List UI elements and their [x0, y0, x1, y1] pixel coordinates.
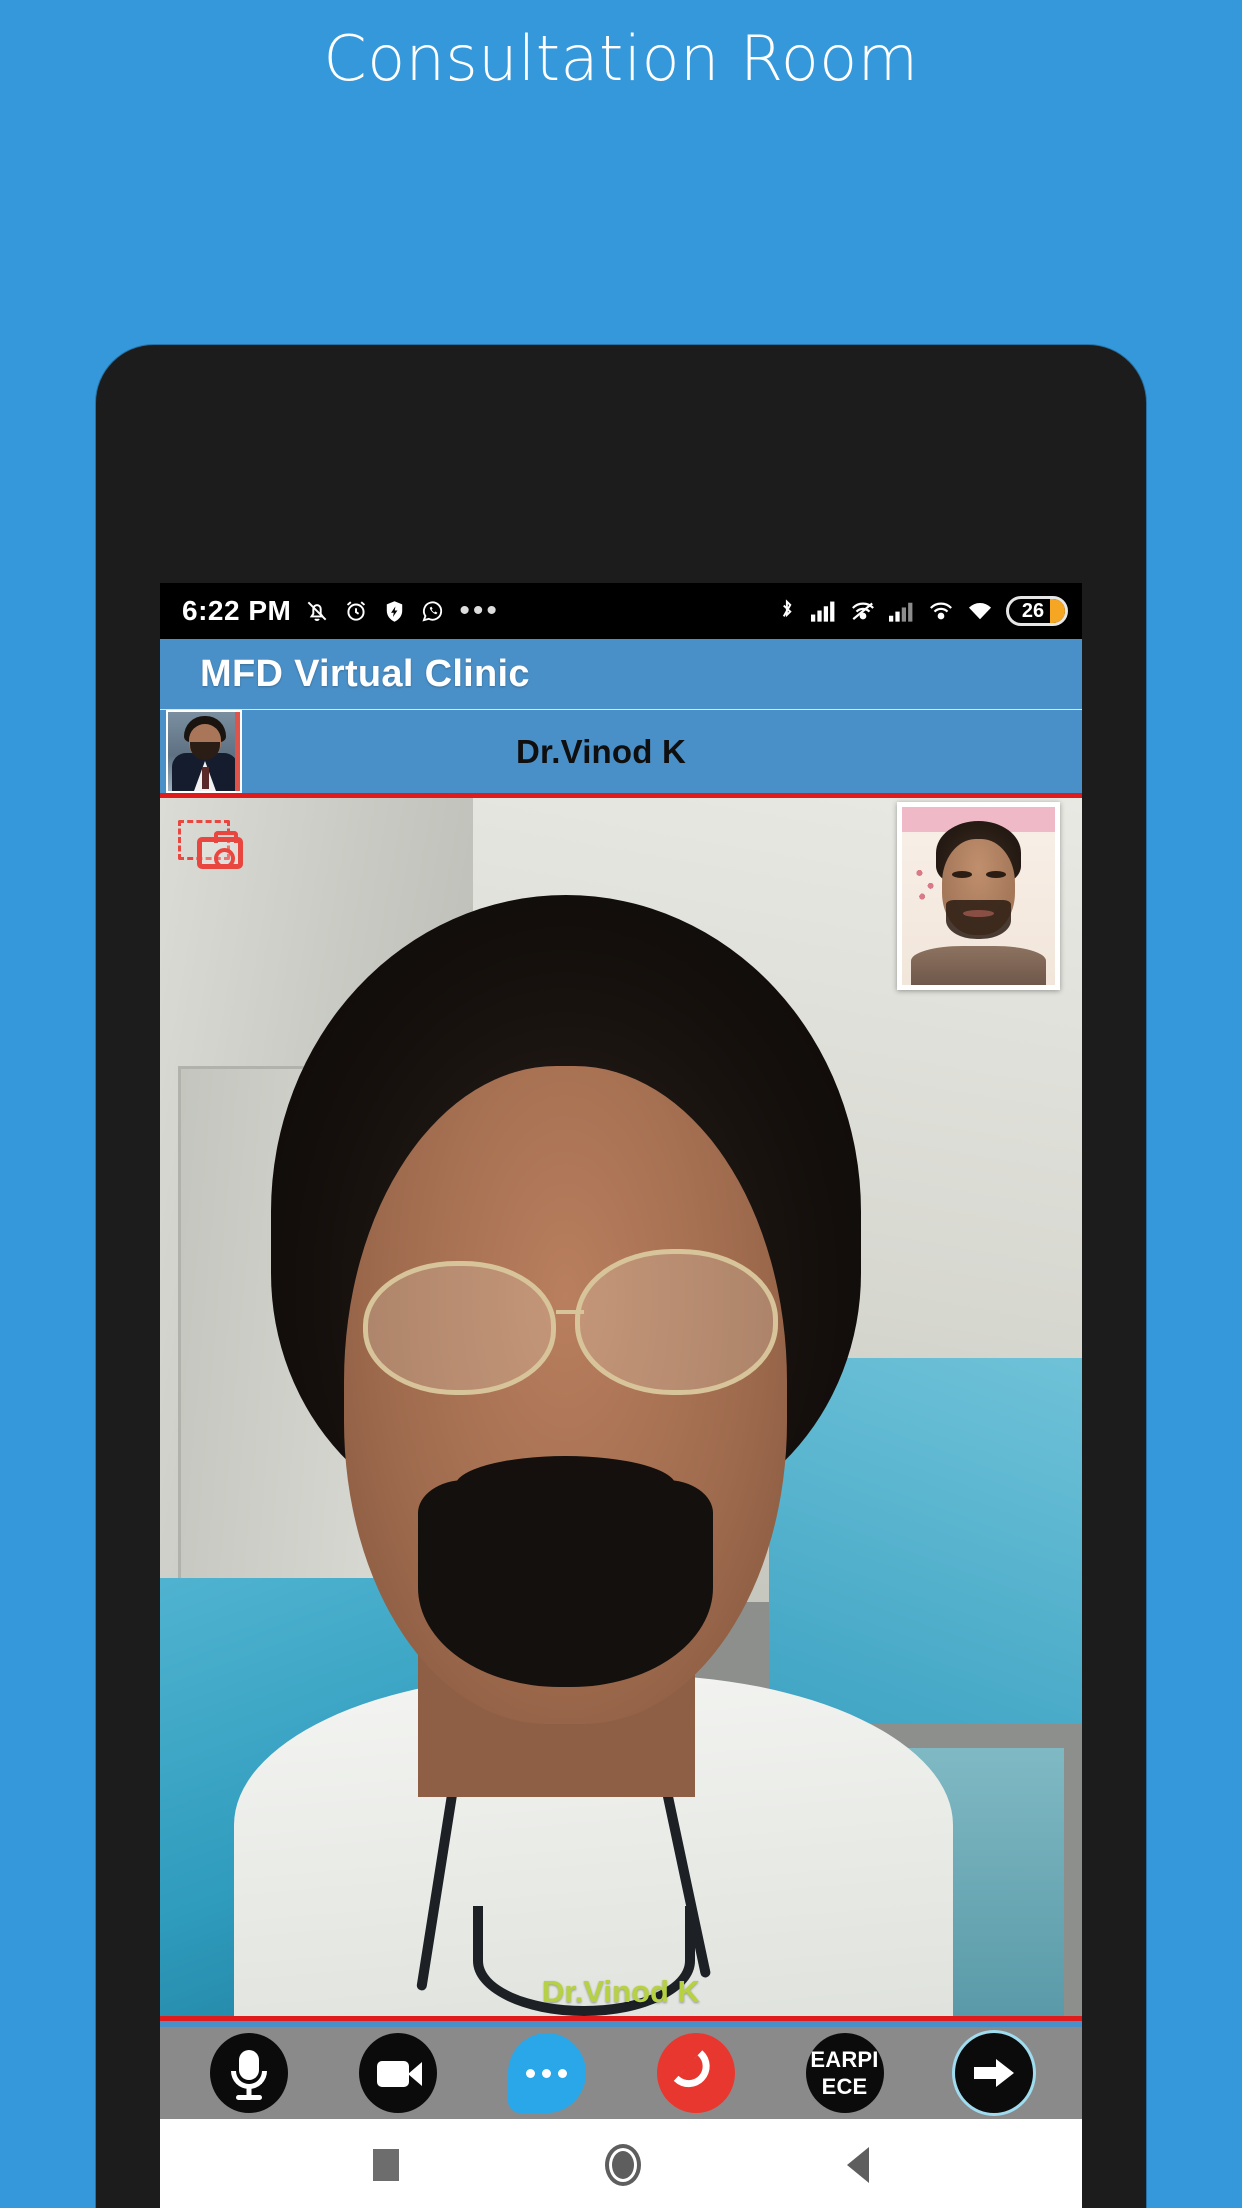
app-bar: MFD Virtual Clinic: [160, 639, 1082, 710]
recents-icon[interactable]: [373, 2149, 399, 2181]
bluetooth-icon: [776, 598, 798, 624]
camera-button[interactable]: [358, 2033, 437, 2113]
wifi-calling-icon: [850, 600, 876, 622]
self-video: [902, 807, 1055, 985]
app-title: MFD Virtual Clinic: [200, 652, 530, 695]
end-call-icon: [673, 2050, 718, 2096]
peer-name: Dr.Vinod K: [515, 732, 687, 770]
notifications-off-icon: [304, 598, 330, 624]
call-controls-wrap: EARPIECE: [160, 2021, 1082, 2119]
peer-name-overlay: Dr.Vinod K: [542, 1974, 700, 2009]
avatar[interactable]: [166, 710, 242, 793]
audio-route-label: EARPIECE: [810, 2047, 879, 2099]
android-nav-bar: [160, 2119, 1082, 2208]
video-stage[interactable]: Dr.Vinod K: [160, 793, 1082, 2021]
avatar-image: [168, 712, 240, 791]
arrow-right-icon: [973, 2059, 1014, 2087]
doctor-bar: Dr.Vinod K: [160, 710, 1082, 793]
status-bar-clock: 6:22 PM: [182, 595, 292, 626]
chat-button[interactable]: [507, 2033, 586, 2113]
wifi-2-icon: [928, 600, 954, 622]
wifi-icon: [967, 600, 993, 622]
audio-route-button[interactable]: EARPIECE: [805, 2033, 884, 2113]
alarm-icon: [343, 598, 369, 624]
phone-screen: 6:22 PM ••• 26 MFD Virtual Clinic Dr.Vin…: [160, 583, 1082, 2208]
camera-glyph-icon: [197, 831, 243, 869]
self-view-pip[interactable]: [897, 802, 1060, 990]
next-button[interactable]: [954, 2033, 1033, 2113]
android-status-bar: 6:22 PM ••• 26: [160, 583, 1082, 639]
phone-frame: 6:22 PM ••• 26 MFD Virtual Clinic Dr.Vin…: [96, 345, 1146, 2208]
signal-bars-2-icon: [889, 600, 915, 622]
chat-bubble-icon: [526, 2068, 567, 2078]
back-icon[interactable]: [847, 2147, 869, 2183]
more-icon: •••: [459, 594, 500, 627]
signal-bars-icon: [811, 600, 837, 622]
status-bar-left-group: 6:22 PM •••: [182, 595, 500, 627]
battery-indicator: 26: [1006, 596, 1068, 626]
page-title: Consultation Room: [323, 22, 919, 95]
avatar-edge: [235, 712, 240, 791]
battery-fill: [1050, 599, 1065, 623]
end-call-button[interactable]: [656, 2033, 735, 2113]
mic-button[interactable]: [209, 2033, 288, 2113]
home-icon[interactable]: [605, 2144, 641, 2186]
call-controls: EARPIECE: [160, 2027, 1082, 2119]
shield-icon: [382, 599, 407, 624]
battery-percent: 26: [1021, 599, 1045, 622]
screenshot-capture-icon[interactable]: [178, 820, 243, 869]
whatsapp-icon: [420, 598, 446, 624]
status-bar-right-group: 26: [776, 596, 1068, 626]
screen-root: Consultation Room 6:22 PM ••• 26 MFD Vir…: [0, 0, 1242, 2208]
